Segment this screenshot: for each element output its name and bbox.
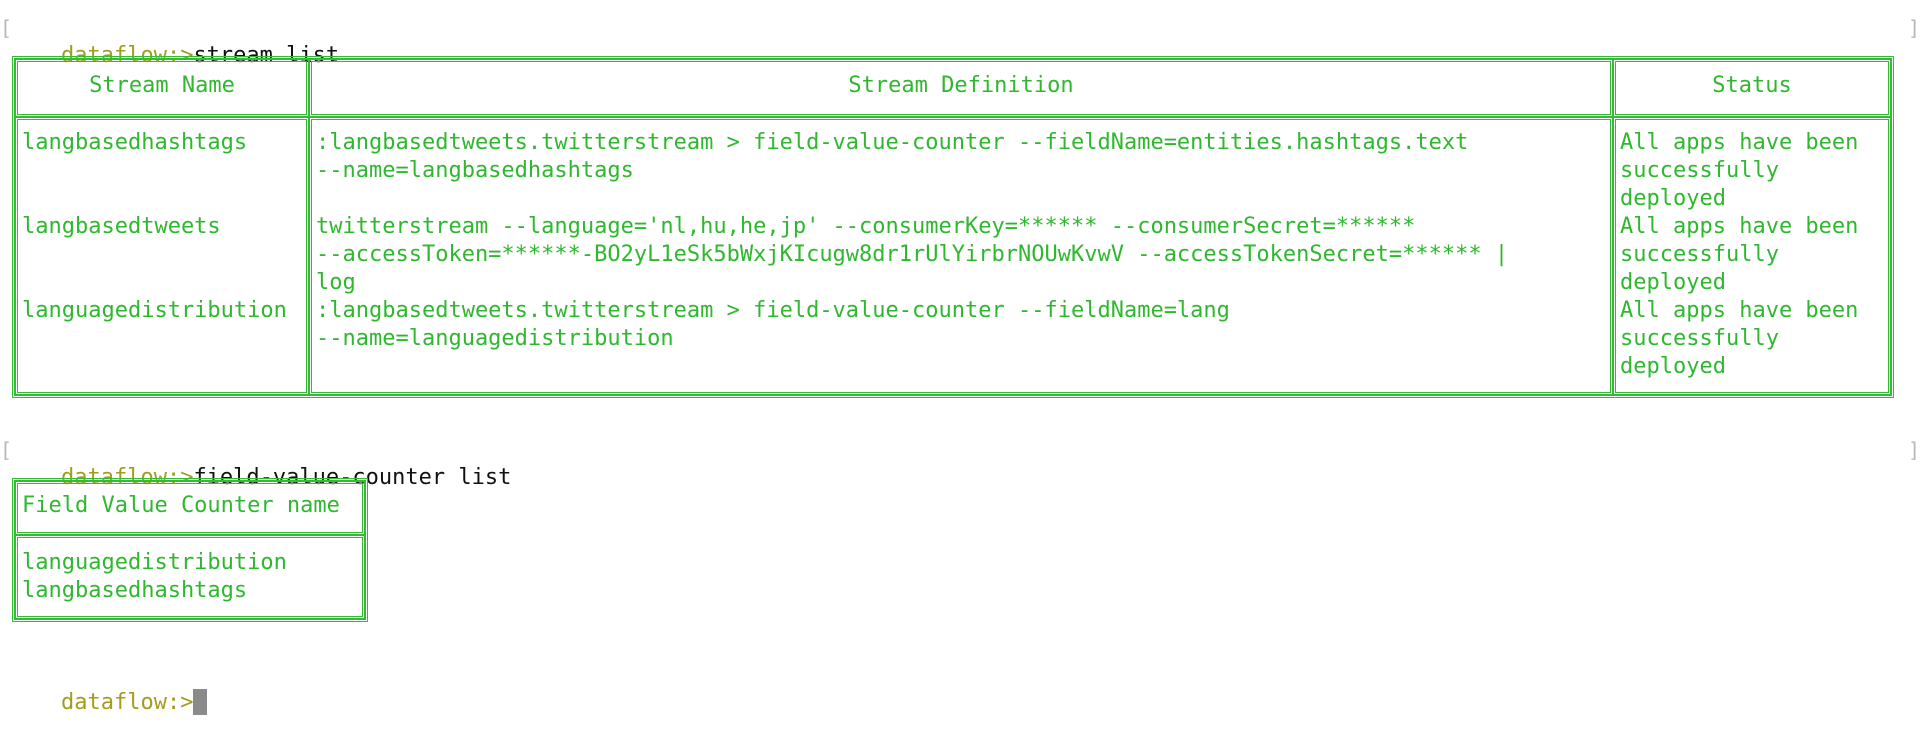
column-header-fvc-name: Field Value Counter name xyxy=(22,493,340,518)
stream-definition-line: :langbasedtweets.twitterstream > field-v… xyxy=(316,298,1230,323)
stream-definition-line: :langbasedtweets.twitterstream > field-v… xyxy=(316,130,1469,155)
stream-definition-line: --name=languagedistribution xyxy=(316,326,674,351)
status-line: deployed xyxy=(1620,186,1726,211)
status-line: deployed xyxy=(1620,354,1726,379)
status-line: successfully xyxy=(1620,242,1779,267)
column-header-stream-definition: Stream Definition xyxy=(848,73,1074,98)
stream-definition-line: --name=langbasedhashtags xyxy=(316,158,634,183)
body-col-stream-name xyxy=(15,117,309,395)
stream-definition-line: twitterstream --language='nl,hu,he,jp' -… xyxy=(316,214,1416,239)
status-line: All apps have been xyxy=(1620,214,1859,239)
status-line: All apps have been xyxy=(1620,298,1859,323)
column-header-stream-name: Stream Name xyxy=(89,73,235,98)
line-bracket-close: ] xyxy=(1908,438,1920,462)
status-line: successfully xyxy=(1620,158,1779,183)
line-bracket-close: ] xyxy=(1908,16,1920,40)
terminal-window[interactable]: [ dataflow:>stream list ] Stream Name St… xyxy=(0,0,1920,715)
column-header-status: Status xyxy=(1712,73,1792,98)
status-line: All apps have been xyxy=(1620,130,1859,155)
active-prompt-line[interactable]: dataflow:> xyxy=(8,661,208,745)
text-cursor xyxy=(193,689,208,715)
list-item: langbasedhashtags xyxy=(22,578,248,603)
stream-definition-line: log xyxy=(316,270,356,295)
stream-definition-line: --accessToken=******-BO2yL1eSk5bWxjKIcug… xyxy=(316,242,1509,267)
stream-name-cell: languagedistribution xyxy=(22,298,287,323)
status-line: successfully xyxy=(1620,326,1779,351)
status-line: deployed xyxy=(1620,270,1726,295)
stream-name-cell: langbasedtweets xyxy=(22,214,221,239)
stream-name-cell: langbasedhashtags xyxy=(22,130,248,155)
list-item: languagedistribution xyxy=(22,550,287,575)
